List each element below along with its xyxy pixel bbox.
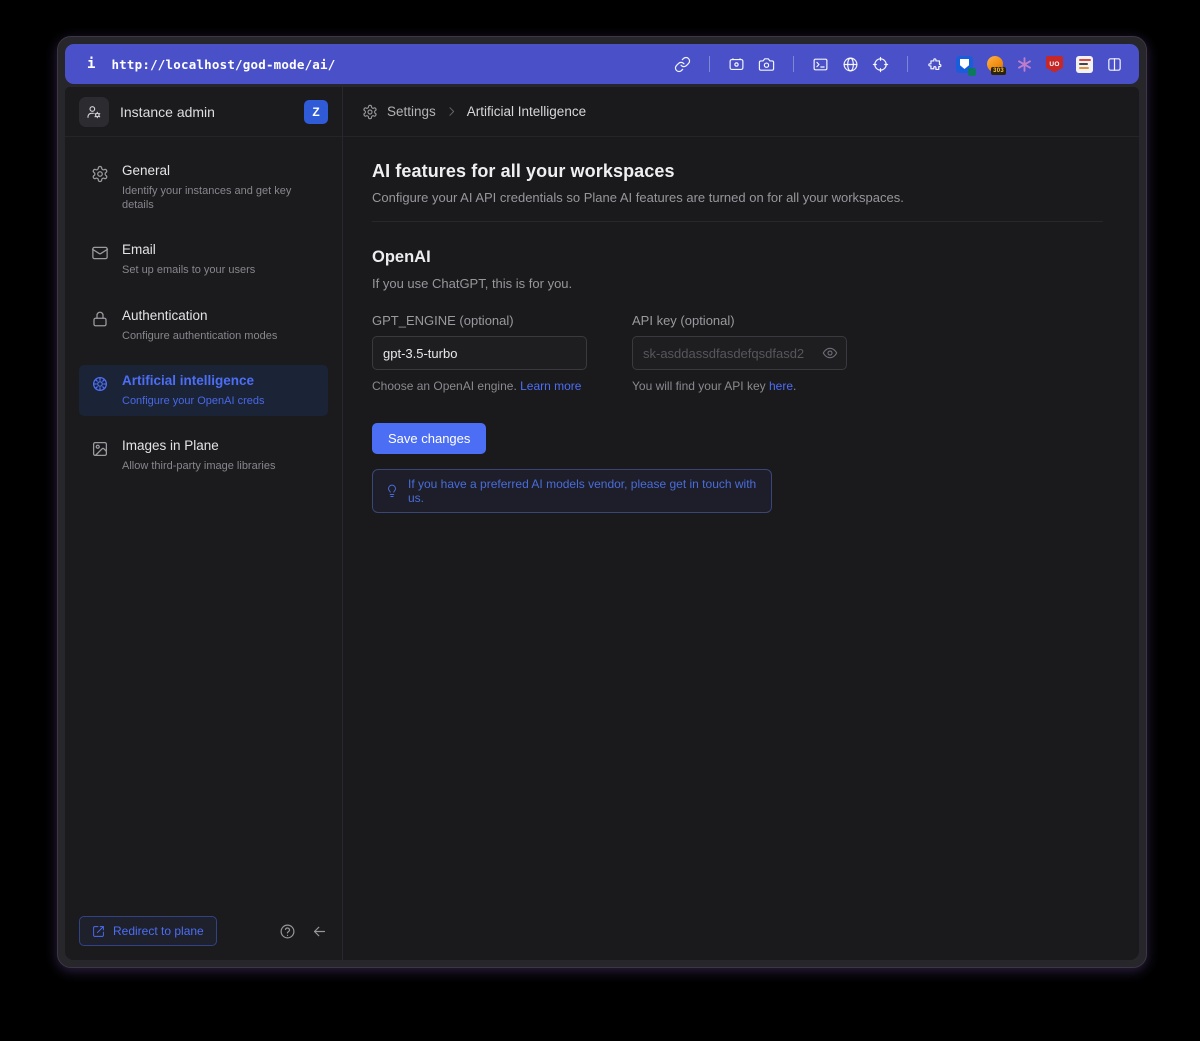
breadcrumb-current: Artificial Intelligence	[467, 104, 586, 119]
mail-icon	[91, 244, 109, 262]
browser-address-bar[interactable]: i http://localhost/god-mode/ai/ 303 UO	[65, 44, 1139, 84]
page-title: AI features for all your workspaces	[372, 161, 1103, 182]
sidebar-footer: Redirect to plane	[65, 904, 342, 960]
openai-form-fields: GPT_ENGINE (optional) Choose an OpenAI e…	[372, 313, 1103, 393]
link-icon[interactable]	[674, 56, 691, 73]
sidebar-item-label: Email	[122, 242, 255, 259]
sidebar-item-sublabel: Configure authentication modes	[122, 329, 277, 343]
breadcrumb-settings[interactable]: Settings	[387, 104, 436, 119]
toolbar-separator	[907, 56, 908, 72]
bitwarden-icon[interactable]	[956, 56, 973, 73]
external-link-icon	[92, 925, 105, 938]
lock-icon	[91, 310, 109, 328]
openai-section-title: OpenAI	[372, 248, 1103, 267]
sidebar-item-authentication[interactable]: Authentication Configure authentication …	[79, 300, 328, 351]
extensions-puzzle-icon[interactable]	[926, 56, 943, 73]
sidebar-item-sublabel: Set up emails to your users	[122, 263, 255, 277]
url-text[interactable]: http://localhost/god-mode/ai/	[111, 57, 335, 72]
sidebar-item-images-in-plane[interactable]: Images in Plane Allow third-party image …	[79, 430, 328, 481]
section-divider	[372, 221, 1103, 222]
sidebar-item-email[interactable]: Email Set up emails to your users	[79, 234, 328, 285]
sidebar-item-sublabel: Configure your OpenAI creds	[122, 394, 264, 408]
settings-gear-icon	[362, 104, 378, 120]
page-subtitle: Configure your AI API credentials so Pla…	[372, 190, 1103, 205]
camera-icon[interactable]	[758, 56, 775, 73]
lightbulb-icon	[385, 484, 399, 498]
toolbar-separator	[793, 56, 794, 72]
gear-icon	[91, 165, 109, 183]
learn-more-link[interactable]: Learn more	[520, 379, 581, 393]
gpt-engine-helper: Choose an OpenAI engine. Learn more	[372, 379, 587, 393]
api-key-label: API key (optional)	[632, 313, 847, 328]
breadcrumb: Settings Artificial Intelligence	[343, 87, 1139, 137]
page-content: AI features for all your workspaces Conf…	[343, 137, 1139, 960]
sidebar-header: Instance admin Z	[65, 87, 342, 137]
gpt-engine-label: GPT_ENGINE (optional)	[372, 313, 587, 328]
redirect-to-plane-label: Redirect to plane	[113, 924, 204, 938]
sidebar-item-label: Artificial intelligence	[122, 373, 264, 390]
tabs-counter-badge: 303	[991, 67, 1006, 75]
sidebar-footer-icons	[279, 923, 328, 940]
split-view-icon[interactable]	[1106, 56, 1123, 73]
tabs-counter-icon[interactable]: 303	[986, 56, 1003, 73]
sidebar-item-label: Images in Plane	[122, 438, 275, 455]
ai-vendor-banner-text[interactable]: If you have a preferred AI models vendor…	[408, 477, 759, 505]
eye-icon[interactable]	[822, 345, 838, 361]
api-key-helper: You will find your API key here.	[632, 379, 847, 393]
sidebar-item-label: General	[122, 163, 316, 180]
browser-toolbar: 303 UO	[674, 56, 1123, 73]
api-key-here-link[interactable]: here	[769, 379, 793, 393]
sidebar-item-general[interactable]: General Identify your instances and get …	[79, 155, 328, 220]
plane-admin-app: Instance admin Z General Identify your i…	[65, 87, 1139, 960]
ublock-origin-icon[interactable]: UO	[1046, 56, 1063, 73]
save-changes-button[interactable]: Save changes	[372, 423, 486, 454]
sidebar-item-label: Authentication	[122, 308, 277, 325]
openai-section-subtitle: If you use ChatGPT, this is for you.	[372, 276, 1103, 291]
gpt-engine-input[interactable]	[372, 336, 587, 370]
cog-icon	[91, 375, 109, 393]
redirect-to-plane-button[interactable]: Redirect to plane	[79, 916, 217, 946]
ai-vendor-banner: If you have a preferred AI models vendor…	[372, 469, 772, 513]
reader-mode-icon[interactable]	[1076, 56, 1093, 73]
collapse-sidebar-arrow-icon[interactable]	[311, 923, 328, 940]
sidebar-menu: General Identify your instances and get …	[65, 137, 342, 904]
sidebar-item-sublabel: Identify your instances and get key deta…	[122, 184, 316, 213]
help-icon[interactable]	[279, 923, 296, 940]
chevron-right-icon	[445, 105, 458, 118]
gpt-engine-field: GPT_ENGINE (optional) Choose an OpenAI e…	[372, 313, 587, 393]
globe-icon[interactable]	[842, 56, 859, 73]
instance-admin-icon	[79, 97, 109, 127]
bitwarden-badge	[968, 68, 976, 76]
openai-extension-icon[interactable]	[1016, 56, 1033, 73]
api-key-input[interactable]	[632, 336, 847, 370]
image-icon	[91, 440, 109, 458]
terminal-icon[interactable]	[812, 56, 829, 73]
crosshair-icon[interactable]	[872, 56, 889, 73]
sidebar-title: Instance admin	[120, 104, 215, 120]
browser-window: i http://localhost/god-mode/ai/ 303 UO	[57, 36, 1147, 968]
sidebar: Instance admin Z General Identify your i…	[65, 87, 343, 960]
capture-icon[interactable]	[728, 56, 745, 73]
bitwarden-shield	[960, 59, 969, 69]
info-icon: i	[87, 56, 95, 72]
toolbar-separator	[709, 56, 710, 72]
sidebar-item-sublabel: Allow third-party image libraries	[122, 459, 275, 473]
main-panel: Settings Artificial Intelligence AI feat…	[343, 87, 1139, 960]
api-key-field: API key (optional) You will find your AP…	[632, 313, 847, 393]
avatar[interactable]: Z	[304, 100, 328, 124]
sidebar-item-artificial-intelligence[interactable]: Artificial intelligence Configure your O…	[79, 365, 328, 416]
